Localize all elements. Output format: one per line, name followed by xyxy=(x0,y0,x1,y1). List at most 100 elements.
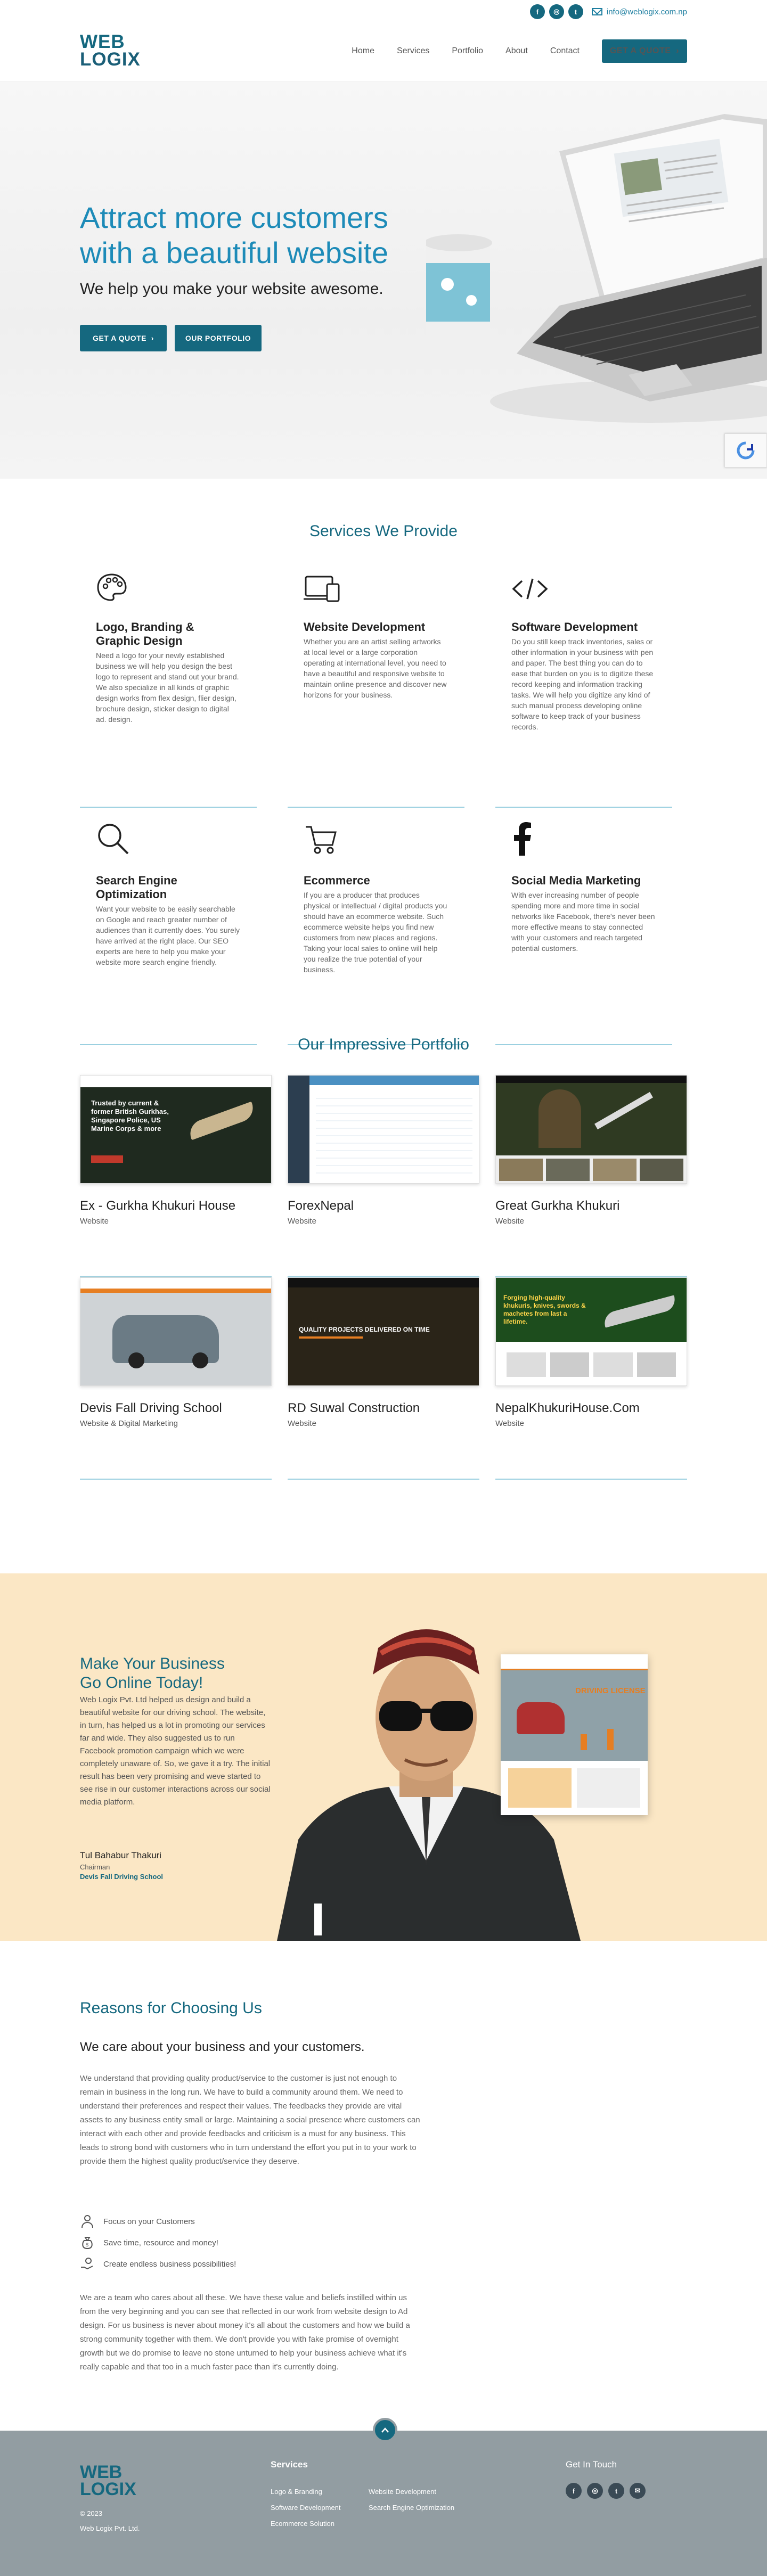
portfolio-screenshot[interactable]: Trusted by current & former British Gurk… xyxy=(80,1075,272,1184)
mail-icon[interactable]: ✉ xyxy=(630,2483,646,2499)
testimonial-text: Web Logix Pvt. Ltd helped us design and … xyxy=(80,1695,271,1807)
chevron-up-icon xyxy=(381,2427,389,2433)
feature-label: Focus on your Customers xyxy=(103,2217,195,2226)
site-logo[interactable]: WEB LOGIX xyxy=(80,31,141,71)
testimonial-title-line-1: Make Your Business xyxy=(80,1655,225,1672)
nav-about[interactable]: About xyxy=(505,39,528,63)
service-title: Social Media Marketing xyxy=(511,874,641,887)
testimonial-org: Devis Fall Driving School xyxy=(80,1873,164,1881)
instagram-icon[interactable]: ◎ xyxy=(587,2483,603,2499)
hero-section: Attract more customers with a beautiful w… xyxy=(0,82,767,479)
email-text[interactable]: info@weblogix.com.np xyxy=(607,7,687,17)
footer-link[interactable]: Search Engine Optimization xyxy=(369,2500,454,2516)
facebook-icon[interactable]: f xyxy=(529,4,545,19)
portfolio-screenshot[interactable]: QUALITY PROJECTS DELIVERED ON TIME xyxy=(288,1277,479,1386)
recaptcha-icon xyxy=(737,441,755,460)
customers-icon xyxy=(81,2215,93,2228)
recaptcha-badge[interactable] xyxy=(724,433,767,467)
hero-get-quote-button[interactable]: GET A QUOTE › xyxy=(80,325,167,351)
hero-get-quote-label: GET A QUOTE xyxy=(93,334,146,342)
header-get-quote-label: GET A QUOTE xyxy=(609,46,671,55)
mail-icon xyxy=(591,8,602,15)
service-card: Website Development Whether you are an a… xyxy=(288,570,464,808)
code-icon xyxy=(511,570,656,602)
twitter-icon[interactable]: t xyxy=(568,4,583,19)
testimonial-website-card: DRIVING LICENSE xyxy=(501,1654,648,1815)
portfolio-item[interactable]: Trusted by current & former British Gurk… xyxy=(80,1075,272,1277)
portfolio-shot-caption: QUALITY PROJECTS DELIVERED ON TIME xyxy=(299,1326,430,1333)
logo-line-2: LOGIX xyxy=(80,49,141,70)
reasons-paragraph-1: We understand that providing quality pro… xyxy=(80,2074,420,2166)
portfolio-shot-caption: Forging high-quality khukuris, knives, s… xyxy=(503,1294,586,1325)
feature-item: Focus on your Customers xyxy=(80,2214,195,2229)
logo-line-1: WEB xyxy=(80,31,125,52)
scroll-to-top-button[interactable] xyxy=(373,2418,397,2442)
portfolio-tag: Website xyxy=(495,1419,524,1428)
service-card: Logo, Branding & Graphic Design Need a l… xyxy=(80,570,257,808)
portfolio-screenshot[interactable] xyxy=(495,1075,687,1184)
site-header: WEB LOGIX Home Services Portfolio About … xyxy=(0,22,767,82)
service-text: With ever increasing number of people sp… xyxy=(511,891,655,953)
nav-contact[interactable]: Contact xyxy=(550,39,580,63)
reasons-title: Reasons for Choosing Us xyxy=(80,1999,262,2017)
hero-subtitle: We help you make your website awesome. xyxy=(80,280,384,298)
service-text: Want your website to be easily searchabl… xyxy=(96,905,240,966)
footer-link[interactable]: Website Development xyxy=(369,2484,454,2500)
search-icon xyxy=(96,824,241,856)
portfolio-item[interactable]: Devis Fall Driving School Website & Digi… xyxy=(80,1277,272,1480)
nav-home[interactable]: Home xyxy=(352,39,374,63)
company-name: Web Logix Pvt. Ltd. xyxy=(80,2524,140,2532)
portfolio-item[interactable]: QUALITY PROJECTS DELIVERED ON TIME RD Su… xyxy=(288,1277,479,1480)
instagram-icon[interactable]: ◎ xyxy=(549,4,564,19)
portfolio-section: Our Impressive Portfolio Trusted by curr… xyxy=(80,1036,687,1573)
portfolio-item[interactable]: Forging high-quality khukuris, knives, s… xyxy=(495,1277,687,1480)
portfolio-title: Devis Fall Driving School xyxy=(80,1401,222,1415)
footer-services-col-1: Logo & Branding Software Development Eco… xyxy=(271,2484,341,2532)
money-bag-icon: $ xyxy=(82,2237,93,2250)
footer-link[interactable]: Software Development xyxy=(271,2500,341,2516)
portfolio-title: NepalKhukuriHouse.Com xyxy=(495,1401,640,1415)
testimonial-title-line-2: Go Online Today! xyxy=(80,1674,203,1692)
facebook-icon xyxy=(511,822,656,856)
feature-item: Create endless business possibilities! xyxy=(80,2257,236,2271)
card-caption: DRIVING LICENSE xyxy=(575,1686,646,1695)
site-footer: WEB LOGIX © 2023 Web Logix Pvt. Ltd. Ser… xyxy=(0,2418,767,2576)
portfolio-screenshot[interactable]: Forging high-quality khukuris, knives, s… xyxy=(495,1277,687,1386)
portfolio-title: RD Suwal Construction xyxy=(288,1401,420,1415)
email-link[interactable]: info@weblogix.com.np xyxy=(591,7,687,17)
portfolio-tag: Website xyxy=(80,1217,109,1226)
hero-title-line-1: Attract more customers xyxy=(80,201,388,234)
get-in-touch-heading: Get In Touch xyxy=(566,2459,617,2470)
twitter-icon[interactable]: t xyxy=(608,2483,624,2499)
footer-logo-line-2: LOGIX xyxy=(80,2479,136,2499)
reasons-paragraph-2: We are a team who cares about all these.… xyxy=(80,2293,410,2372)
feature-label: Save time, resource and money! xyxy=(103,2238,218,2247)
header-get-quote-button[interactable]: GET A QUOTE › xyxy=(602,39,687,63)
devices-icon xyxy=(304,570,448,602)
services-title: Services We Provide xyxy=(309,522,458,540)
service-text: Need a logo for your newly established b… xyxy=(96,651,239,724)
portfolio-screenshot[interactable] xyxy=(288,1075,479,1184)
portfolio-tag: Website & Digital Marketing xyxy=(80,1419,178,1428)
service-card: Software Development Do you still keep t… xyxy=(495,570,672,808)
portfolio-tag: Website xyxy=(288,1217,316,1226)
feature-label: Create endless business possibilities! xyxy=(103,2259,236,2269)
portfolio-screenshot[interactable] xyxy=(80,1277,272,1386)
footer-link[interactable]: Ecommerce Solution xyxy=(271,2516,341,2532)
portfolio-item[interactable]: Great Gurkha Khukuri Website xyxy=(495,1075,687,1277)
portfolio-tag: Website xyxy=(288,1419,316,1428)
service-title: Software Development xyxy=(511,620,638,634)
portfolio-title: Great Gurkha Khukuri xyxy=(495,1199,620,1213)
portfolio-item[interactable]: ForexNepal Website xyxy=(288,1075,479,1277)
nav-services[interactable]: Services xyxy=(397,39,429,63)
copyright: © 2023 xyxy=(80,2509,103,2517)
testimonial-section: Make Your Business Go Online Today! Web L… xyxy=(0,1573,767,1941)
hero-portfolio-button[interactable]: OUR PORTFOLIO xyxy=(175,325,262,351)
footer-link[interactable]: Logo & Branding xyxy=(271,2484,341,2500)
service-title: Website Development xyxy=(304,620,426,634)
testimonial-title: Make Your Business Go Online Today! xyxy=(80,1654,225,1693)
nav-portfolio[interactable]: Portfolio xyxy=(452,39,483,63)
footer-logo[interactable]: WEB LOGIX xyxy=(80,2463,136,2499)
facebook-icon[interactable]: f xyxy=(566,2483,582,2499)
service-card: Social Media Marketing With ever increas… xyxy=(495,808,672,1045)
